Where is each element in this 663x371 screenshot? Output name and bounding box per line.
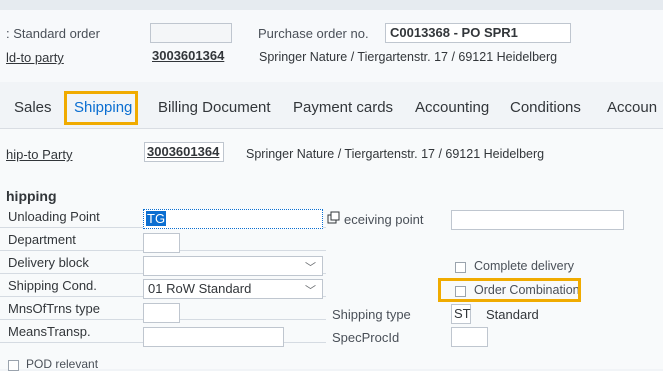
unloading-point-value: TG	[146, 211, 167, 226]
order-type-field[interactable]	[150, 23, 232, 43]
ship-to-address: Springer Nature / Tiergartenstr. 17 / 69…	[246, 147, 545, 161]
department-field[interactable]	[143, 233, 180, 253]
mns-of-trns-field[interactable]	[143, 303, 180, 323]
po-field[interactable]: C0013368 - PO SPR1	[385, 23, 571, 43]
chevron-down-icon: ﹀	[305, 285, 316, 297]
complete-delivery-checkbox[interactable]	[455, 262, 466, 273]
delivery-block-select[interactable]: ﹀	[143, 256, 323, 276]
shipping-cond-select[interactable]: 01 RoW Standard ﹀	[143, 279, 323, 299]
spec-proc-label: SpecProcId	[332, 330, 400, 345]
tab-payment-cards[interactable]: Payment cards	[293, 99, 393, 116]
header-area	[0, 10, 663, 82]
shipping-cond-label: Shipping Cond.	[8, 278, 97, 293]
po-label: Purchase order no.	[258, 26, 369, 41]
receiving-point-label: eceiving point	[344, 212, 424, 227]
tab-sales[interactable]: Sales	[14, 99, 52, 116]
complete-delivery-label: Complete delivery	[474, 259, 575, 273]
shipping-section-title: hipping	[6, 188, 57, 204]
ship-to-party-value[interactable]: 3003601364	[147, 144, 219, 159]
tab-conditions[interactable]: Conditions	[510, 99, 581, 116]
sold-to-party-link[interactable]: ld-to party	[6, 50, 64, 65]
shipping-cond-value: 01 RoW Standard	[148, 281, 252, 296]
sold-to-party-value[interactable]: 3003601364	[152, 48, 224, 63]
receiving-point-field[interactable]	[451, 210, 624, 230]
delivery-block-label: Delivery block	[8, 255, 89, 270]
unloading-point-field[interactable]: TG	[143, 209, 323, 229]
unloading-point-label: Unloading Point	[8, 209, 100, 224]
shipping-type-label: Shipping type	[332, 307, 411, 322]
tab-accounting[interactable]: Accounting	[415, 99, 489, 116]
chevron-down-icon: ﹀	[305, 262, 316, 274]
order-type-label: : Standard order	[6, 26, 100, 41]
shipping-type-text: Standard	[486, 307, 539, 322]
mns-of-trns-label: MnsOfTrns type	[8, 301, 100, 316]
means-transp-label: MeansTransp.	[8, 324, 91, 339]
spec-proc-field[interactable]	[451, 327, 488, 347]
tab-billing-document[interactable]: Billing Document	[158, 99, 271, 116]
order-combination-highlight	[438, 278, 581, 302]
pod-relevant-checkbox[interactable]	[8, 360, 19, 371]
means-transp-field[interactable]	[143, 327, 284, 347]
shipping-tab-highlight	[64, 91, 138, 125]
top-strip	[0, 0, 663, 10]
sold-to-address: Springer Nature / Tiergartenstr. 17 / 69…	[259, 50, 558, 64]
copy-icon[interactable]	[327, 211, 341, 225]
tab-account[interactable]: Accoun	[607, 99, 657, 116]
ship-to-party-link[interactable]: hip-to Party	[6, 147, 72, 162]
shipping-type-field[interactable]: ST	[451, 304, 471, 324]
department-label: Department	[8, 232, 76, 247]
